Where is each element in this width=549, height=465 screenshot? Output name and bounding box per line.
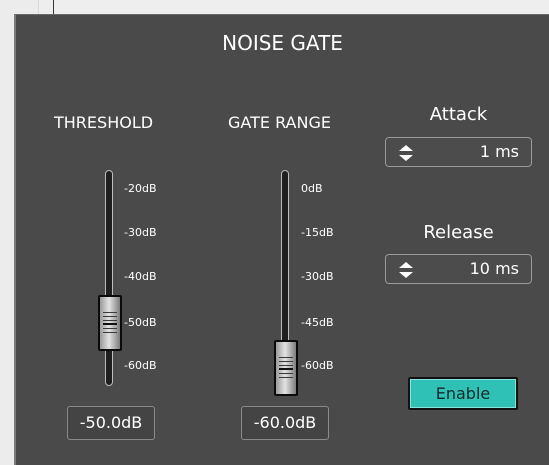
- spinner-updown-icon[interactable]: [399, 145, 413, 161]
- threshold-scale-label: -50dB: [124, 316, 157, 329]
- gate-range-label: GATE RANGE: [228, 113, 331, 132]
- attack-spinner[interactable]: 1 ms: [385, 137, 532, 167]
- threshold-scale-label: -40dB: [124, 270, 157, 283]
- threshold-fader-thumb[interactable]: [98, 295, 122, 351]
- noise-gate-panel: NOISE GATE THRESHOLD -20dB -30dB -40dB -…: [14, 14, 549, 465]
- release-label: Release: [423, 222, 494, 243]
- release-spinner[interactable]: 10 ms: [385, 254, 532, 284]
- threshold-scale-label: -20dB: [124, 182, 157, 195]
- panel-title: NOISE GATE: [222, 31, 343, 55]
- gate-range-scale-label: -30dB: [301, 270, 334, 283]
- gate-range-scale-label: 0dB: [301, 182, 323, 195]
- spinner-updown-icon[interactable]: [399, 262, 413, 278]
- enable-button[interactable]: Enable: [408, 377, 518, 410]
- gate-range-value-box[interactable]: -60.0dB: [241, 406, 329, 440]
- divider-tick: [53, 0, 54, 14]
- threshold-scale-label: -30dB: [124, 226, 157, 239]
- gate-range-fader-thumb[interactable]: [274, 340, 298, 396]
- threshold-scale-label: -60dB: [124, 359, 157, 372]
- threshold-fader-track[interactable]: [105, 170, 113, 386]
- threshold-value-box[interactable]: -50.0dB: [67, 406, 155, 440]
- attack-label: Attack: [429, 104, 488, 125]
- threshold-label: THRESHOLD: [54, 113, 154, 132]
- attack-value: 1 ms: [479, 142, 519, 161]
- gate-range-scale-label: -45dB: [301, 316, 334, 329]
- gate-range-scale-label: -15dB: [301, 226, 334, 239]
- window-top-strip: [0, 0, 549, 14]
- gate-range-scale-label: -60dB: [301, 359, 334, 372]
- release-value: 10 ms: [469, 259, 519, 278]
